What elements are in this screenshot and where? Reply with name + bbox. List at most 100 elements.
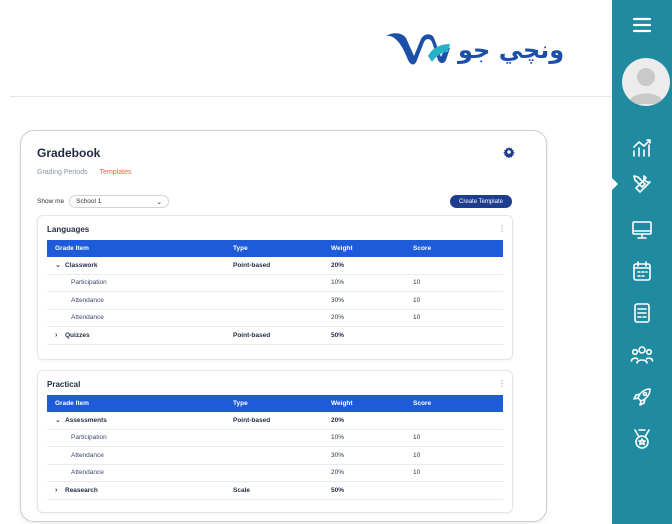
cell-weight: 50% (331, 331, 345, 339)
document-icon (634, 303, 650, 323)
chevron-right-icon[interactable]: › (55, 332, 65, 339)
header-divider (10, 96, 612, 97)
sidebar-item-users[interactable] (612, 338, 672, 372)
school-select-value: School 1 (76, 198, 102, 205)
grade-item-label: Assessments (65, 416, 107, 424)
tab-bar: Grading Periods Templates (37, 169, 132, 176)
col-weight: Weight (331, 400, 353, 407)
avatar[interactable] (622, 58, 670, 106)
grade-table: Grade Item Type Weight Score ⌄ Assessment… (47, 395, 503, 500)
cell-type: Point-based (233, 416, 271, 424)
show-me-filter: Show me School 1 ⌄ (37, 195, 170, 208)
cell-weight: 20% (331, 469, 345, 477)
cell-weight: 30% (331, 296, 345, 304)
tools-icon (633, 175, 651, 193)
chevron-down-icon[interactable]: ⌄ (55, 416, 65, 424)
cell-grade-item: Participation (47, 279, 233, 286)
avatar-icon (628, 68, 664, 104)
page: ونچي جو Gradebook Grading Periods Templa… (0, 0, 672, 524)
cell-weight: 10% (331, 279, 345, 287)
table-body: ⌄ Assessments Point-based 20% Participation 1… (47, 412, 503, 500)
show-me-label: Show me (37, 198, 65, 205)
menu-icon (632, 17, 652, 33)
cell-score: 10 (413, 296, 421, 304)
cell-grade-item: › Reasearch (47, 487, 233, 494)
sidebar-item-analytics[interactable] (612, 131, 672, 165)
cell-weight: 20% (331, 314, 345, 322)
cell-grade-item: Attendance (47, 297, 233, 304)
cell-weight: 10% (331, 434, 345, 442)
grade-item-label: Classwork (65, 261, 98, 269)
cell-weight: 20% (331, 416, 345, 424)
grade-item-label: Participation (71, 434, 107, 442)
sidebar-item-calendar[interactable] (612, 254, 672, 288)
brand-name: ونچي جو (458, 36, 565, 64)
sidebar-item-tools[interactable] (612, 167, 672, 201)
cell-grade-item: › Quizzes (47, 332, 233, 339)
cell-grade-item: Participation (47, 434, 233, 441)
gradebook-card: Gradebook Grading Periods Templates Show… (20, 130, 547, 522)
more-options-icon[interactable]: ⋮ (498, 379, 506, 388)
table-row[interactable]: Participation 10% 10 (47, 430, 503, 447)
table-row[interactable]: Attendance 20% 10 (47, 310, 503, 327)
cell-type: Scale (233, 486, 250, 494)
table-row[interactable]: Attendance 20% 10 (47, 465, 503, 482)
tab-templates[interactable]: Templates (100, 169, 132, 176)
sidebar-item-achievements[interactable] (612, 422, 672, 456)
cell-score: 10 (413, 434, 421, 442)
logo-mark-icon (386, 33, 450, 65)
col-type: Type (233, 400, 248, 407)
sidebar-item-screen[interactable] (612, 213, 672, 247)
table-body: ⌄ Classwork Point-based 20% Participation 10%… (47, 257, 503, 345)
cell-grade-item: Attendance (47, 314, 233, 321)
cell-grade-item: Attendance (47, 469, 233, 476)
col-type: Type (233, 245, 248, 252)
table-row-group[interactable]: › Reasearch Scale 50% (47, 482, 503, 500)
table-row-group[interactable]: ⌄ Classwork Point-based 20% (47, 257, 503, 275)
sidebar-item-reports[interactable] (612, 296, 672, 330)
template-section-practical: Practical ⋮ Grade Item Type Weight Score… (37, 370, 513, 513)
chevron-right-icon[interactable]: › (55, 487, 65, 494)
col-score: Score (413, 400, 432, 407)
brand-logo[interactable]: ونچي جو (384, 30, 564, 70)
grade-item-label: Attendance (71, 296, 104, 304)
cell-grade-item: ⌄ Assessments (47, 416, 233, 425)
grade-item-label: Reasearch (65, 486, 98, 494)
grade-item-label: Attendance (71, 469, 104, 477)
table-header: Grade Item Type Weight Score (47, 395, 503, 412)
col-score: Score (413, 245, 432, 252)
cell-type: Point-based (233, 331, 271, 339)
chart-icon (633, 139, 651, 157)
table-row[interactable]: Attendance 30% 10 (47, 447, 503, 465)
users-icon (630, 346, 654, 364)
cell-type: Point-based (233, 261, 271, 269)
create-template-button[interactable]: Create Template (450, 195, 512, 208)
menu-button[interactable] (612, 8, 672, 42)
grade-item-label: Quizzes (65, 331, 90, 339)
table-row[interactable]: Participation 10% 10 (47, 275, 503, 292)
tab-grading-periods[interactable]: Grading Periods (37, 169, 88, 176)
table-row-group[interactable]: ⌄ Assessments Point-based 20% (47, 412, 503, 430)
section-title: Practical (47, 380, 81, 389)
gear-icon[interactable] (503, 146, 515, 158)
cell-grade-item: ⌄ Classwork (47, 261, 233, 270)
col-grade-item: Grade Item (55, 245, 89, 252)
cell-weight: 50% (331, 486, 345, 494)
grade-item-label: Attendance (71, 451, 104, 459)
cell-weight: 20% (331, 261, 345, 269)
sidebar-item-launch[interactable] (612, 380, 672, 414)
chevron-down-icon[interactable]: ⌄ (55, 261, 65, 269)
cell-score: 10 (413, 469, 421, 477)
cell-score: 10 (413, 279, 421, 287)
table-row-group[interactable]: › Quizzes Point-based 50% (47, 327, 503, 345)
table-row[interactable]: Attendance 30% 10 (47, 292, 503, 310)
col-grade-item: Grade Item (55, 400, 89, 407)
sidebar (612, 0, 672, 524)
more-options-icon[interactable]: ⋮ (498, 224, 506, 233)
grade-item-label: Participation (71, 279, 107, 287)
page-title: Gradebook (37, 146, 101, 160)
school-select[interactable]: School 1 ⌄ (69, 195, 170, 208)
table-header: Grade Item Type Weight Score (47, 240, 503, 257)
medal-icon (634, 429, 650, 449)
grade-item-label: Attendance (71, 314, 104, 322)
